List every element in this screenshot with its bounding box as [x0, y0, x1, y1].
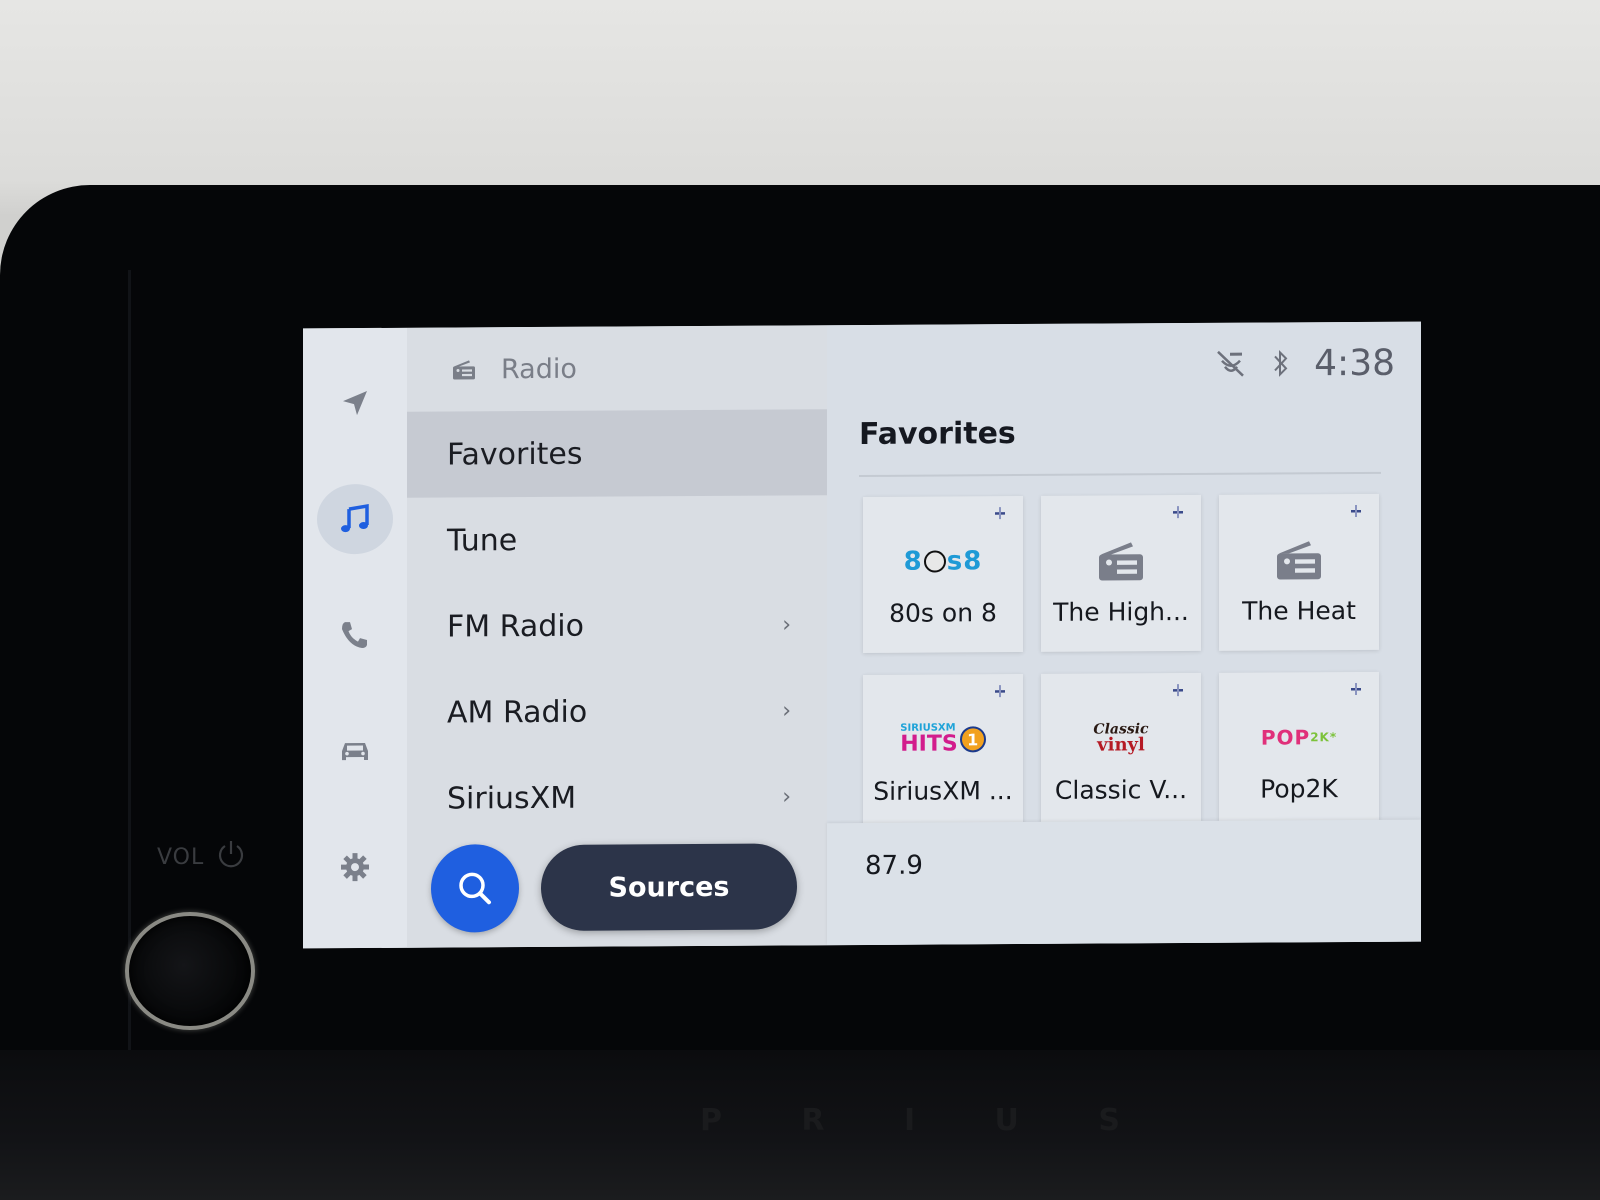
- 80s-on-8-logo: 8 s8: [904, 532, 983, 590]
- menu-item-favorites[interactable]: Favorites: [407, 409, 827, 498]
- section-divider: [859, 471, 1381, 478]
- search-button[interactable]: [431, 844, 519, 933]
- power-icon: [218, 841, 244, 868]
- rail-item-settings[interactable]: [317, 832, 393, 902]
- satellite-badge-icon: [995, 685, 1005, 698]
- brand-mark: P R I U S: [700, 1102, 1180, 1138]
- favorite-tile[interactable]: Classic vinyl Classic V...: [1041, 672, 1201, 830]
- volume-knob[interactable]: [125, 912, 255, 1030]
- menu-title: Radio: [501, 353, 577, 385]
- station-name: 80s on 8: [889, 598, 997, 628]
- logo-text: 8: [903, 546, 923, 577]
- clock: 4:38: [1314, 342, 1395, 384]
- favorite-tile[interactable]: SIRIUSXM HITS 1 SiriusXM ...: [863, 674, 1023, 831]
- siriusxm-hits1-logo: SIRIUSXM HITS 1: [900, 710, 986, 769]
- chevron-right-icon: ›: [782, 611, 791, 637]
- menu-footer: Sources: [407, 827, 827, 948]
- logo-number: 1: [959, 726, 986, 753]
- rail-item-navigation[interactable]: [317, 368, 393, 438]
- infotainment-screen: Radio Favorites Tune FM Radio › AM Radio…: [303, 321, 1421, 949]
- status-bar: 4:38: [1214, 338, 1395, 389]
- menu-item-tune[interactable]: Tune: [407, 495, 827, 584]
- satellite-badge-icon: [1351, 682, 1361, 695]
- rail-item-phone[interactable]: [317, 600, 393, 670]
- vol-label: VOL: [157, 845, 205, 870]
- brand-letter: I: [903, 1102, 976, 1138]
- favorites-panel: 4:38 Favorites 8 s8 80s on 8 The High...…: [827, 321, 1421, 946]
- app-rail: [303, 327, 407, 949]
- rail-item-music[interactable]: [317, 483, 393, 555]
- now-playing-bar[interactable]: 87.9: [827, 819, 1421, 946]
- brand-letter: P: [700, 1102, 782, 1138]
- now-playing-frequency: 87.9: [865, 850, 923, 881]
- menu-item-am-radio[interactable]: AM Radio ›: [407, 667, 827, 756]
- favorite-tile[interactable]: POP 2K* Pop2K: [1219, 671, 1379, 829]
- menu-item-label: FM Radio: [447, 608, 584, 645]
- station-name: The High...: [1053, 597, 1189, 627]
- station-name: SiriusXM ...: [873, 776, 1013, 806]
- menu-item-label: AM Radio: [447, 694, 588, 731]
- menu-item-label: SiriusXM: [447, 780, 577, 817]
- radio-icon: [1277, 541, 1321, 580]
- radio-icon: [1099, 542, 1143, 581]
- brand-letter: S: [1098, 1102, 1180, 1138]
- favorites-grid: 8 s8 80s on 8 The High... The Heat SIRIU…: [863, 493, 1379, 831]
- search-icon: [459, 872, 491, 905]
- satellite-badge-icon: [1173, 684, 1183, 697]
- chevron-right-icon: ›: [782, 783, 791, 809]
- menu-item-label: Favorites: [447, 436, 583, 473]
- satellite-badge-icon: [1173, 506, 1183, 519]
- sources-button[interactable]: Sources: [541, 843, 797, 931]
- logo-text: vinyl: [1097, 734, 1145, 756]
- radio-icon: [453, 360, 475, 380]
- music-note-icon: [341, 503, 369, 533]
- brand-letter: U: [994, 1102, 1079, 1138]
- pop2k-logo: POP 2K*: [1261, 708, 1337, 766]
- logo-disc: [923, 550, 946, 573]
- rail-item-vehicle[interactable]: [317, 716, 393, 786]
- logo-text: 2K*: [1310, 730, 1338, 745]
- favorite-tile[interactable]: The Heat: [1219, 493, 1379, 651]
- brand-letter: R: [801, 1102, 885, 1138]
- logo-text: s8: [946, 546, 983, 577]
- classic-vinyl-logo: Classic vinyl: [1093, 709, 1148, 767]
- chevron-right-icon: ›: [782, 697, 791, 723]
- logo-text: HITS: [900, 731, 958, 757]
- navigation-arrow-icon: [343, 391, 367, 416]
- station-name: The Heat: [1242, 595, 1356, 626]
- station-logo: [1273, 530, 1325, 588]
- logo-text: POP: [1260, 725, 1311, 750]
- radio-menu: Radio Favorites Tune FM Radio › AM Radio…: [407, 325, 827, 948]
- menu-item-fm-radio[interactable]: FM Radio ›: [407, 581, 827, 670]
- section-title: Favorites: [859, 416, 1016, 453]
- satellite-badge-icon: [1351, 504, 1361, 517]
- gear-icon: [341, 853, 369, 882]
- bezel-edge: [128, 270, 131, 1050]
- station-name: Classic V...: [1054, 775, 1188, 805]
- satellite-badge-icon: [995, 507, 1005, 520]
- bluetooth-icon: [1274, 350, 1288, 377]
- favorite-tile[interactable]: 8 s8 80s on 8: [863, 496, 1023, 653]
- menu-header: Radio: [407, 325, 827, 412]
- favorite-tile[interactable]: The High...: [1041, 494, 1201, 652]
- car-icon: [342, 743, 368, 761]
- station-name: Pop2K: [1260, 774, 1338, 804]
- mic-off-icon: [1217, 350, 1245, 377]
- menu-item-label: Tune: [447, 522, 518, 559]
- phone-icon: [342, 622, 367, 649]
- station-logo: [1095, 531, 1147, 589]
